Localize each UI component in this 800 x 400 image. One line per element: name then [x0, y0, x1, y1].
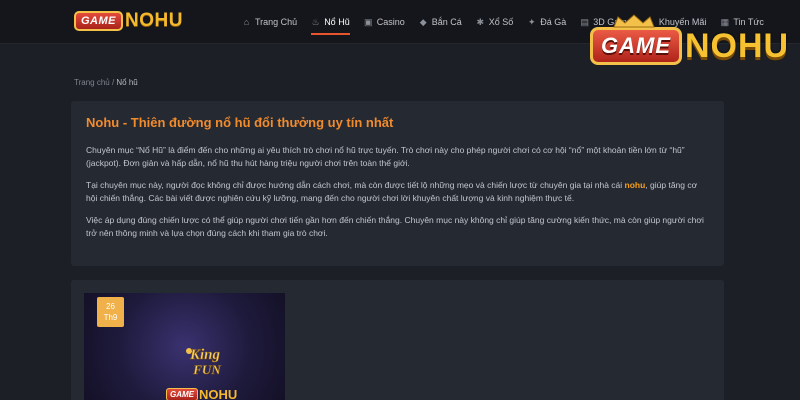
- lottery-icon: ✱: [476, 16, 485, 27]
- nav-item-0[interactable]: ⌂ Trang Chủ: [242, 0, 297, 44]
- home-icon: ⌂: [243, 16, 250, 27]
- nav-label: Đá Gà: [540, 17, 567, 27]
- game-icon: ▤: [580, 16, 590, 27]
- page-title: Nohu - Thiên đường nổ hũ đổi thưởng uy t…: [86, 115, 394, 130]
- card-logo-game: GAME: [166, 388, 198, 400]
- nav-item-1[interactable]: ♨ Nổ Hũ: [311, 0, 350, 44]
- nav-label: Bắn Cá: [431, 17, 462, 27]
- breadcrumb: Trang chủ / Nổ hũ: [74, 78, 138, 87]
- intro-paragraph-2: Tại chuyên mục này, người đọc không chỉ …: [86, 179, 709, 205]
- nav-item-2[interactable]: ▣ Casino: [364, 0, 405, 44]
- nav-item-4[interactable]: ✱ Xổ Số: [476, 0, 514, 44]
- nav-item-3[interactable]: ◆ Bắn Cá: [419, 0, 462, 44]
- nav-label: Trang Chủ: [255, 17, 298, 27]
- nav-item-5[interactable]: ✦ Đá Gà: [527, 0, 566, 44]
- category-intro: Nohu - Thiên đường nổ hũ đổi thưởng uy t…: [71, 101, 724, 266]
- fish-icon: ◆: [419, 16, 427, 27]
- rooster-icon: ✦: [528, 16, 536, 27]
- kingfun-logo: King FUN: [186, 347, 222, 377]
- nav-label: Nổ Hũ: [324, 17, 350, 27]
- card-logo-nohu: NOHU: [199, 387, 238, 400]
- kingfun-logo-top: King: [189, 347, 221, 363]
- nav-label: Casino: [376, 17, 405, 27]
- crown-icon: [613, 14, 655, 28]
- date-day: 26: [106, 302, 115, 311]
- breadcrumb-home[interactable]: Trang chủ: [74, 78, 110, 87]
- logo-game-text: GAME: [74, 11, 123, 31]
- p2-text-before: Tại chuyên mục này, người đọc không chỉ …: [86, 180, 625, 190]
- corner-logo-nohu: NOHU: [685, 26, 790, 65]
- logo-nohu-text: NOHU: [125, 10, 183, 31]
- nav-label: Xổ Số: [488, 17, 514, 27]
- date-badge: 26 Th9: [97, 297, 124, 327]
- breadcrumb-current: Nổ hũ: [116, 78, 138, 87]
- corner-logo-game: GAME: [590, 27, 682, 65]
- kingfun-logo-bottom: FUN: [192, 362, 221, 377]
- nohu-link[interactable]: nohu: [625, 180, 646, 190]
- site-logo[interactable]: GAME NOHU: [74, 9, 183, 33]
- corner-brand-logo: GAME NOHU: [590, 14, 790, 72]
- post-list: 26 Th9 King FUN GAME NOHU: [71, 280, 724, 400]
- post-card[interactable]: 26 Th9 King FUN GAME NOHU: [84, 293, 285, 400]
- casino-icon: ▣: [363, 16, 373, 27]
- date-month: Th9: [103, 313, 118, 322]
- pot-icon: ♨: [311, 16, 320, 27]
- intro-paragraph-1: Chuyên mục “Nổ Hũ” là điểm đến cho những…: [86, 145, 685, 168]
- card-brand-logo: GAME NOHU: [166, 387, 237, 400]
- intro-paragraph-3: Việc áp dụng đúng chiến lược có thể giúp…: [86, 215, 704, 238]
